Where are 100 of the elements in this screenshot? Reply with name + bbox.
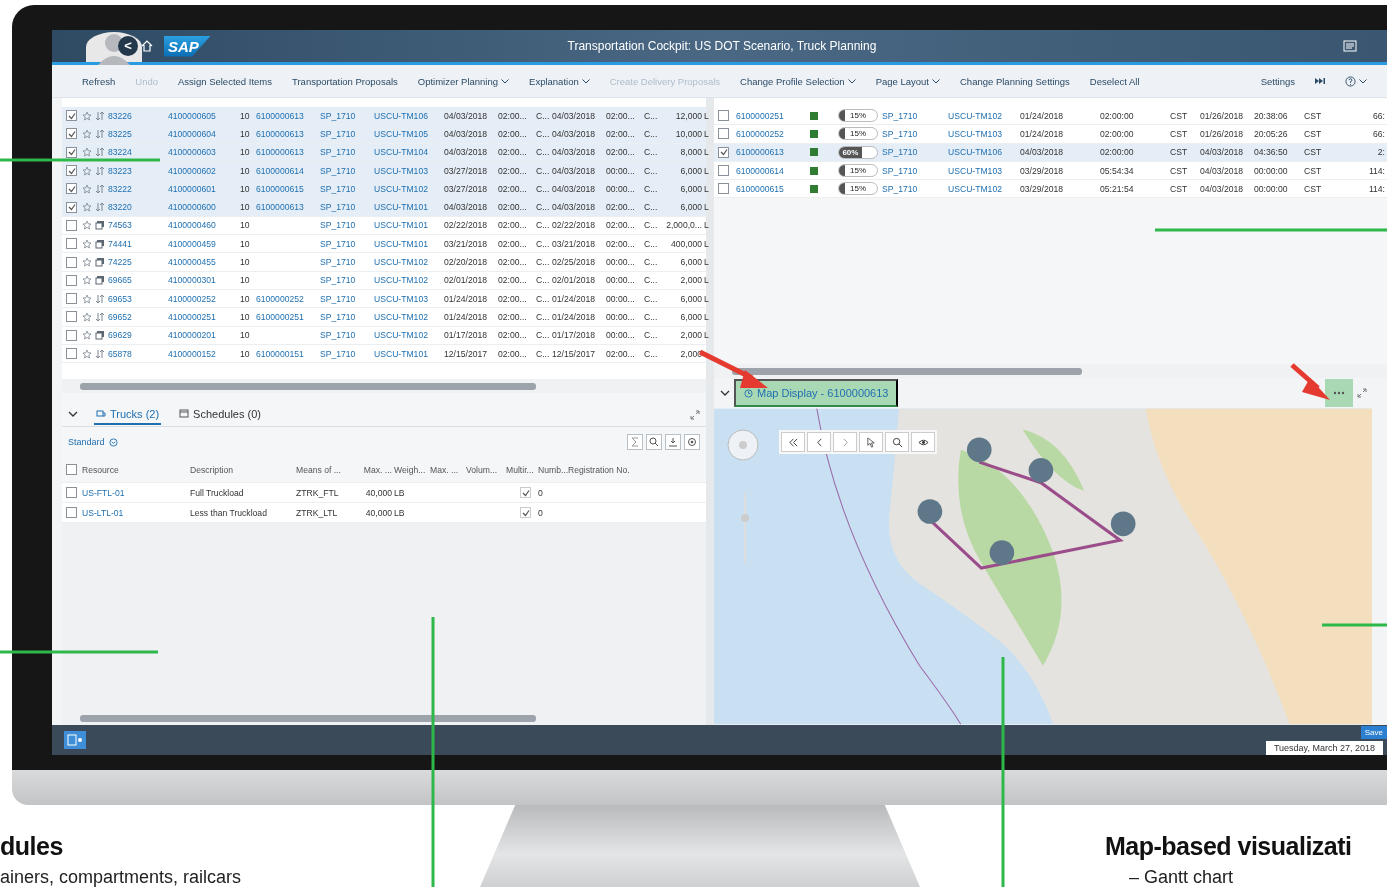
star-icon[interactable] <box>82 128 92 139</box>
star-icon[interactable] <box>82 275 92 286</box>
table-cell[interactable]: 69653 <box>108 293 168 304</box>
table-cell[interactable]: 4100000251 <box>168 311 240 322</box>
table-cell[interactable]: 6100000613 <box>256 128 320 139</box>
table-cell[interactable]: 74441 <box>108 238 168 249</box>
table-cell[interactable]: USCU-TM103 <box>948 165 1020 176</box>
table-cell[interactable]: SP_1710 <box>320 330 374 341</box>
table-cell[interactable]: 74225 <box>108 257 168 267</box>
pan-control-icon[interactable] <box>726 428 760 462</box>
toolbar-button[interactable]: Transportation Proposals <box>282 75 408 87</box>
checkbox[interactable] <box>66 256 77 268</box>
table-cell[interactable]: USCU-TM103 <box>374 165 444 176</box>
table-cell[interactable]: US-FTL-01 <box>82 487 190 498</box>
table-cell[interactable]: USCU-TM103 <box>374 293 444 304</box>
column-header[interactable]: Means of ... <box>296 464 354 475</box>
checkbox[interactable] <box>66 274 77 286</box>
table-cell[interactable]: SP_1710 <box>882 165 948 176</box>
checkbox[interactable] <box>66 201 77 213</box>
column-header[interactable]: Registration No. <box>568 464 706 475</box>
table-cell[interactable]: USCU-TM102 <box>374 275 444 286</box>
scrollbar[interactable] <box>62 711 706 725</box>
star-icon[interactable] <box>82 330 92 341</box>
table-cell[interactable]: 83222 <box>108 183 168 194</box>
column-header[interactable]: Resource <box>82 464 190 475</box>
checkbox[interactable] <box>718 165 729 177</box>
tab[interactable]: Trucks (2) <box>94 404 162 425</box>
toolbar-button[interactable]: Assign Selected Items <box>168 75 282 87</box>
column-header[interactable]: Multir... <box>506 464 538 475</box>
table-cell[interactable]: 4100000152 <box>168 348 240 359</box>
column-header[interactable]: Max. ... <box>430 464 466 475</box>
footer-icon[interactable] <box>64 731 86 749</box>
table-cell[interactable]: 69629 <box>108 330 168 341</box>
toolbar-button[interactable]: Page Layout <box>865 75 950 87</box>
scrollbar[interactable] <box>62 379 706 393</box>
table-cell[interactable]: 4100000604 <box>168 128 240 139</box>
table-cell[interactable]: USCU-TM105 <box>374 128 444 139</box>
expand-icon[interactable] <box>1357 388 1367 398</box>
table-cell[interactable]: SP_1710 <box>320 275 374 286</box>
toolbar-button[interactable] <box>646 434 662 450</box>
table-row[interactable]: 6100000615 15% SP_1710 USCU-TM102 03/29/2018 05:21:54 CST 04/03/2018 00:00:00 CST 114: <box>714 180 1387 199</box>
star-icon[interactable] <box>82 238 92 249</box>
table-cell[interactable]: SP_1710 <box>320 202 374 213</box>
star-icon[interactable] <box>82 311 92 322</box>
checkbox[interactable] <box>718 128 729 140</box>
table-cell[interactable]: 4100000252 <box>168 293 240 304</box>
table-cell[interactable]: 4100000603 <box>168 147 240 158</box>
table-cell[interactable]: 6100000613 <box>256 110 320 121</box>
table-cell[interactable]: 4100000605 <box>168 110 240 121</box>
table-cell[interactable]: USCU-TM106 <box>374 110 444 121</box>
table-cell[interactable]: 83223 <box>108 165 168 176</box>
table-cell[interactable]: SP_1710 <box>320 257 374 267</box>
checkbox[interactable] <box>66 348 77 359</box>
table-cell[interactable]: SP_1710 <box>882 128 948 139</box>
toolbar-button[interactable]: Deselect All <box>1079 75 1150 87</box>
checkbox[interactable] <box>66 507 77 518</box>
table-cell[interactable]: USCU-TM101 <box>374 202 444 213</box>
toolbar-button[interactable] <box>684 434 700 450</box>
chevron-icon[interactable] <box>720 389 730 397</box>
table-cell[interactable]: 83226 <box>108 110 168 121</box>
table-cell[interactable]: USCU-TM103 <box>948 128 1020 139</box>
toolbar-button[interactable]: Change Planning Settings <box>950 75 1080 87</box>
toolbar-button[interactable]: Optimizer Planning <box>407 75 520 87</box>
star-icon[interactable] <box>82 165 92 176</box>
checkbox[interactable] <box>66 146 77 158</box>
table-cell[interactable]: 4100000301 <box>168 275 240 286</box>
table-cell[interactable]: 6100000252 <box>736 128 806 139</box>
table-cell[interactable]: USCU-TM106 <box>948 147 1020 158</box>
toolbar-button[interactable]: Explanation <box>519 75 600 87</box>
home-icon[interactable] <box>140 39 154 53</box>
checkbox[interactable] <box>66 238 77 250</box>
scrollbar[interactable] <box>714 364 1387 378</box>
table-row[interactable]: 6100000251 15% SP_1710 USCU-TM102 01/24/2018 02:00:00 CST 01/26/2018 20:38:06 CST 66: <box>714 107 1387 126</box>
table-cell[interactable]: SP_1710 <box>320 348 374 359</box>
table-cell[interactable]: SP_1710 <box>320 311 374 322</box>
table-cell[interactable]: 6100000613 <box>256 202 320 213</box>
table-cell[interactable]: SP_1710 <box>320 147 374 158</box>
star-icon[interactable] <box>82 147 92 158</box>
star-icon[interactable] <box>82 348 92 359</box>
map-tool-button[interactable] <box>911 432 935 452</box>
column-header[interactable]: Description <box>190 464 296 475</box>
table-cell[interactable]: 65878 <box>108 348 168 359</box>
map-tool-button[interactable] <box>885 432 909 452</box>
table-cell[interactable]: 6100000151 <box>256 348 320 359</box>
table-cell[interactable]: 6100000613 <box>256 147 320 158</box>
star-icon[interactable] <box>82 293 92 304</box>
checkbox[interactable] <box>66 311 77 323</box>
table-cell[interactable]: SP_1710 <box>882 110 948 121</box>
checkbox[interactable] <box>66 110 77 122</box>
save-button[interactable]: Save <box>1360 726 1387 739</box>
table-row[interactable]: 6100000614 15% SP_1710 USCU-TM103 03/29/2018 05:54:34 CST 04/03/2018 00:00:00 CST 114: <box>714 161 1387 181</box>
table-cell[interactable]: 6100000251 <box>736 110 806 121</box>
zoom-slider-icon[interactable] <box>741 493 749 563</box>
table-cell[interactable]: USCU-TM102 <box>374 183 444 194</box>
table-cell[interactable]: 4100000601 <box>168 183 240 194</box>
table-cell[interactable]: 6100000614 <box>736 165 806 176</box>
table-cell[interactable]: SP_1710 <box>882 183 948 194</box>
column-header[interactable]: Numb... <box>538 464 568 475</box>
expand-icon[interactable] <box>690 409 700 420</box>
table-cell[interactable]: SP_1710 <box>320 238 374 249</box>
